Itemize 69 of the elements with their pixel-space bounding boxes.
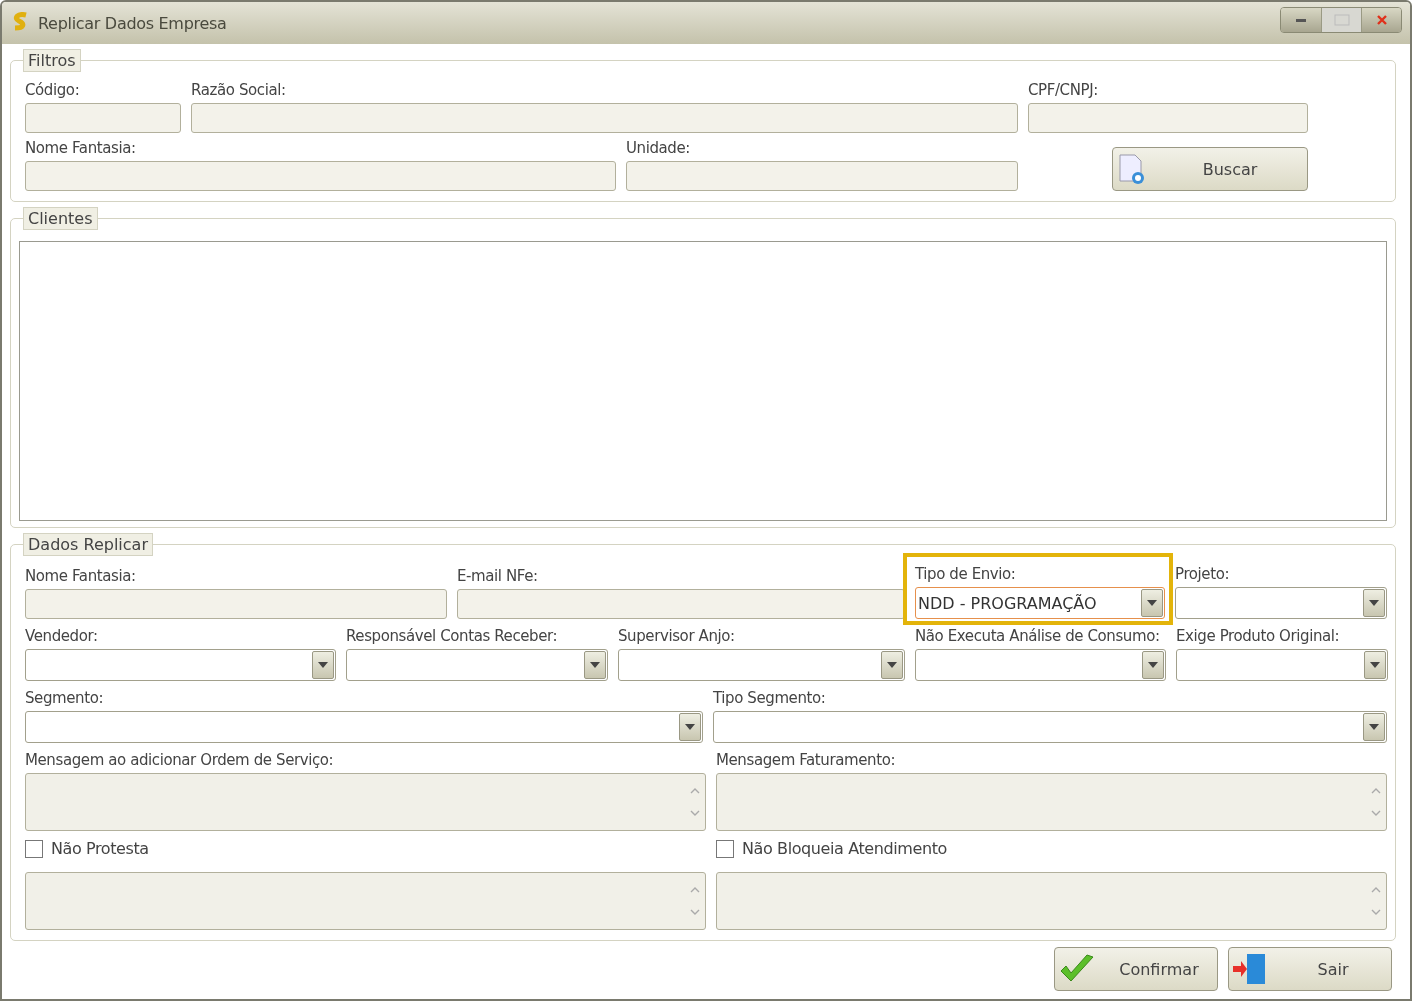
close-button[interactable] — [1361, 8, 1401, 32]
confirm-button[interactable]: Confirmar — [1054, 947, 1218, 991]
text-field[interactable] — [457, 589, 905, 619]
text-area[interactable] — [716, 872, 1387, 930]
field-label: E-mail NFe: — [457, 567, 539, 585]
field-label: Não Executa Análise de Consumo: — [915, 627, 1161, 645]
text-field[interactable] — [191, 103, 1018, 133]
field-label: Vendedor: — [25, 627, 99, 645]
dropdown-arrow-icon — [1369, 724, 1379, 730]
field-label: Mensagem ao adicionar Ordem de Serviço: — [25, 751, 335, 769]
text-area[interactable] — [25, 872, 706, 930]
field-label: Projeto: — [1175, 565, 1231, 583]
scroll-up-icon — [1371, 788, 1381, 794]
close-icon — [1376, 15, 1387, 25]
field-label: CPF/CNPJ: — [1028, 81, 1099, 99]
dropdown-field[interactable] — [1175, 587, 1387, 619]
dropdown-arrow-icon — [590, 662, 600, 668]
group-legend: Filtros — [23, 49, 81, 72]
document-search-icon — [1117, 153, 1147, 185]
window-title: Replicar Dados Empresa — [38, 13, 228, 33]
field-label: Código: — [25, 81, 81, 99]
checkbox[interactable]: Não Protesta — [25, 839, 706, 858]
minimize-button[interactable] — [1281, 8, 1321, 32]
search-button[interactable]: Buscar — [1112, 147, 1308, 191]
dropdown-arrow-icon — [1369, 600, 1379, 606]
scroll-down-icon — [690, 909, 700, 915]
group-legend: Dados Replicar — [23, 533, 153, 556]
checkbox[interactable]: Não Bloqueia Atendimento — [716, 839, 1387, 858]
scroll-up-icon — [690, 788, 700, 794]
text-field[interactable] — [25, 103, 181, 133]
scroll-down-icon — [1371, 909, 1381, 915]
text-area[interactable] — [25, 773, 706, 831]
field-label: Tipo de Envio: — [915, 565, 1017, 583]
scroll-up-icon — [690, 887, 700, 893]
field-label: Nome Fantasia: — [25, 139, 137, 157]
text-field[interactable] — [25, 589, 447, 619]
dropdown-arrow-icon — [1370, 662, 1380, 668]
field-label: Mensagem Faturamento: — [716, 751, 897, 769]
scroll-up-icon — [1371, 887, 1381, 893]
dropdown-field[interactable] — [1176, 649, 1388, 681]
dropdown-arrow-icon — [887, 662, 897, 668]
dropdown-field[interactable] — [713, 711, 1387, 743]
field-label: Responsável Contas Receber: — [346, 627, 559, 645]
dropdown-arrow-icon — [318, 662, 328, 668]
field-label: Unidade: — [626, 139, 691, 157]
field-label: Tipo Segmento: — [713, 689, 827, 707]
text-field[interactable] — [1028, 103, 1308, 133]
dropdown-field[interactable] — [25, 649, 336, 681]
minimize-icon — [1296, 18, 1306, 22]
dropdown-field[interactable] — [346, 649, 608, 681]
dropdown-field[interactable] — [25, 711, 703, 743]
text-field[interactable] — [626, 161, 1018, 191]
dropdown-arrow-icon — [1147, 600, 1157, 606]
field-label: Nome Fantasia: — [25, 567, 137, 585]
field-label: Razão Social: — [191, 81, 287, 99]
scroll-down-icon — [1371, 810, 1381, 816]
field-label: Exige Produto Original: — [1176, 627, 1341, 645]
scroll-down-icon — [690, 810, 700, 816]
field-label: Supervisor Anjo: — [618, 627, 736, 645]
text-field[interactable] — [25, 161, 616, 191]
dropdown-arrow-icon — [1148, 662, 1158, 668]
text-area[interactable] — [716, 773, 1387, 831]
dropdown-field[interactable] — [915, 649, 1166, 681]
exit-button[interactable]: Sair — [1228, 947, 1392, 991]
dropdown-field[interactable]: NDD - PROGRAMAÇÃO — [915, 587, 1165, 619]
dropdown-field[interactable] — [618, 649, 905, 681]
group-legend: Clientes — [23, 207, 98, 230]
dropdown-arrow-icon — [685, 724, 695, 730]
field-label: Segmento: — [25, 689, 105, 707]
